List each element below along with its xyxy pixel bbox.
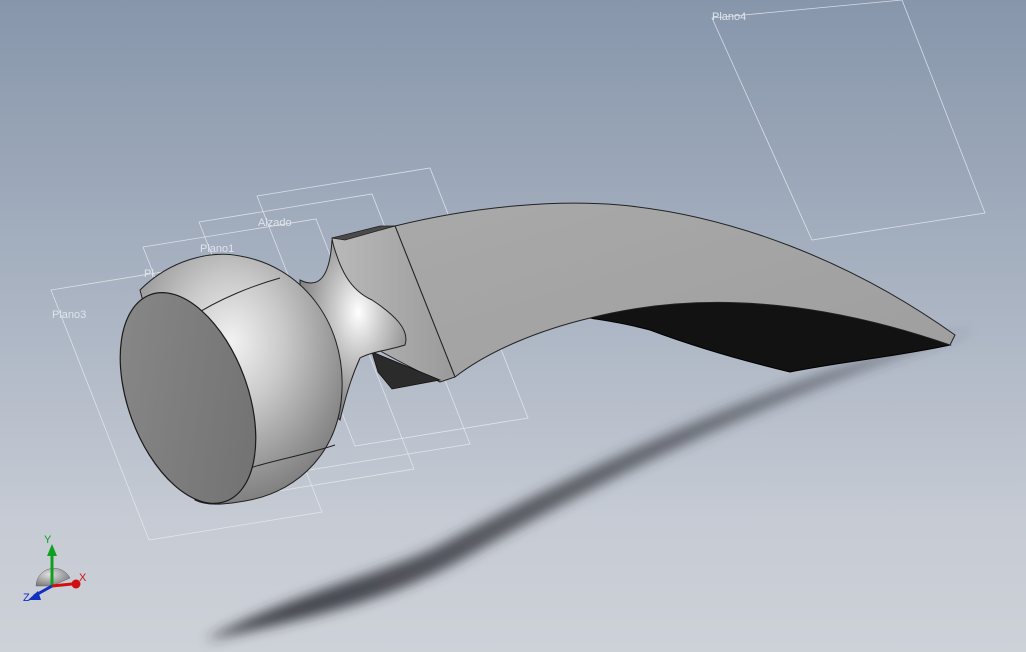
- label-plano4[interactable]: Plano4: [712, 11, 746, 23]
- orientation-triad[interactable]: Y X Z: [18, 534, 92, 610]
- hammer-model-view[interactable]: [0, 0, 1026, 652]
- label-plano1[interactable]: Plano1: [200, 243, 234, 255]
- label-plano3[interactable]: Plano3: [52, 309, 86, 321]
- triad-z-label: Z: [23, 592, 30, 604]
- triad-y-label: Y: [44, 534, 52, 546]
- plane-plano4[interactable]: [711, 0, 986, 241]
- label-alzado[interactable]: Alzado: [258, 217, 292, 229]
- label-plano2[interactable]: Pl: [144, 268, 154, 280]
- triad-x-label: X: [79, 572, 87, 584]
- graphics-viewport[interactable]: Plano4 Alzado Plano1 Pl Plano3 Y X Z: [0, 0, 1026, 652]
